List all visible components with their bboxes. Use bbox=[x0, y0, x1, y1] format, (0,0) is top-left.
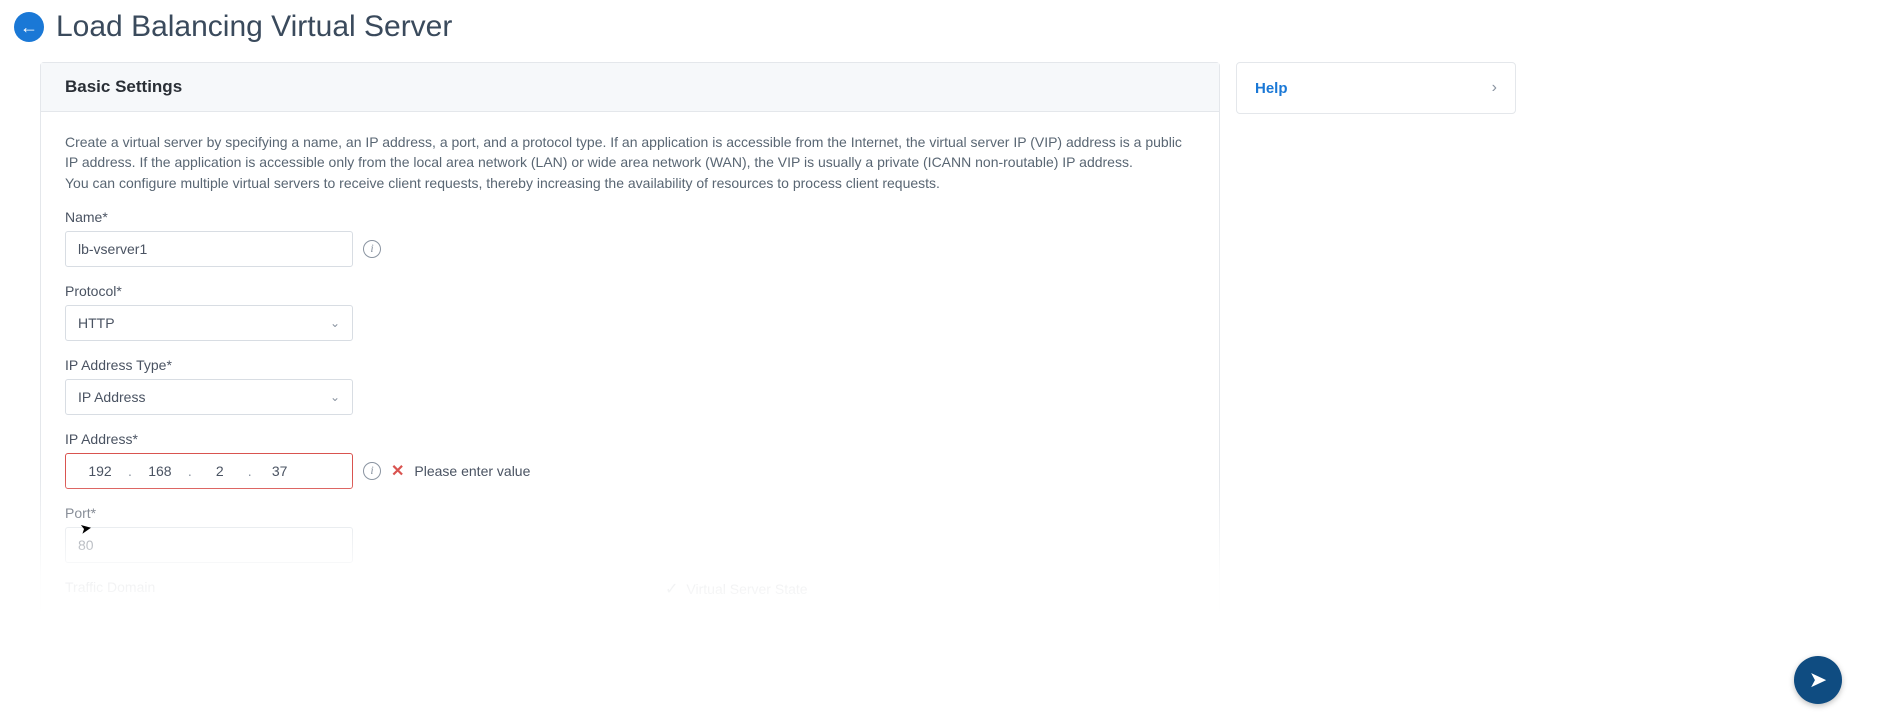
name-input[interactable] bbox=[65, 231, 353, 267]
name-label: Name* bbox=[65, 209, 1195, 225]
traffic-domain-label: Traffic Domain bbox=[65, 579, 155, 595]
back-button[interactable]: ← bbox=[14, 12, 44, 42]
port-label: Port* bbox=[65, 505, 1195, 521]
check-icon: ✓ bbox=[665, 579, 678, 599]
ip-octet-2[interactable] bbox=[138, 462, 182, 480]
floating-action-button[interactable]: ➤ bbox=[1794, 656, 1842, 704]
ip-type-label: IP Address Type* bbox=[65, 357, 1195, 373]
chevron-down-icon: ⌄ bbox=[330, 316, 340, 330]
ip-octet-3[interactable] bbox=[198, 462, 242, 480]
basic-settings-card: Basic Settings Create a virtual server b… bbox=[40, 62, 1220, 616]
protocol-value: HTTP bbox=[78, 315, 115, 331]
help-label: Help bbox=[1255, 80, 1288, 97]
ip-type-select[interactable]: IP Address ⌄ bbox=[65, 379, 353, 415]
card-description: Create a virtual server by specifying a … bbox=[65, 132, 1195, 193]
info-icon[interactable]: i bbox=[363, 240, 381, 258]
send-icon: ➤ bbox=[1809, 667, 1827, 693]
ip-type-value: IP Address bbox=[78, 389, 145, 405]
chevron-down-icon: ⌄ bbox=[330, 390, 340, 404]
card-title: Basic Settings bbox=[41, 63, 1219, 112]
protocol-select[interactable]: HTTP ⌄ bbox=[65, 305, 353, 341]
ip-address-label: IP Address* bbox=[65, 431, 1195, 447]
vserver-state-label: Virtual Server State bbox=[686, 581, 807, 597]
ip-octet-1[interactable] bbox=[78, 462, 122, 480]
info-icon[interactable]: i bbox=[363, 462, 381, 480]
error-text: Please enter value bbox=[414, 463, 530, 479]
ip-octet-4[interactable] bbox=[258, 462, 302, 480]
port-input[interactable] bbox=[65, 527, 353, 563]
arrow-left-icon: ← bbox=[20, 17, 38, 38]
protocol-label: Protocol* bbox=[65, 283, 1195, 299]
ip-address-input[interactable]: . . . bbox=[65, 453, 353, 489]
chevron-right-icon: › bbox=[1492, 79, 1497, 97]
error-icon: ✕ bbox=[391, 461, 404, 481]
page-title: Load Balancing Virtual Server bbox=[56, 10, 452, 44]
help-panel[interactable]: Help › bbox=[1236, 62, 1516, 114]
